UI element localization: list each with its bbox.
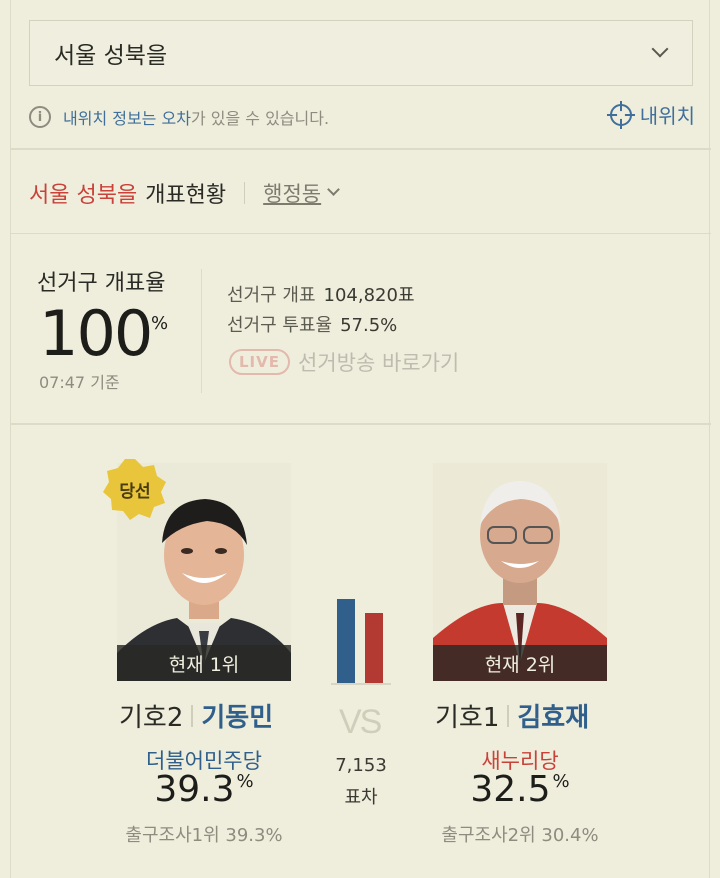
chevron-down-icon [327,183,341,196]
header-region: 서울 성북을 [29,182,138,208]
vote-gap-value: 7,153 [335,755,387,776]
candidate-name-line: 기호1 김효재 [435,697,589,734]
vs-label: VS [339,703,382,741]
turnout-label: 선거구 투표율 [227,315,333,336]
notice-highlight: 내위치 정보는 오차 [63,109,191,128]
vote-share-bar-1 [337,599,355,683]
turnout-line: 선거구 투표율 57.5% [227,311,397,337]
info-icon: i [29,106,51,128]
count-rate-value: 100 [39,297,153,370]
my-location-label: 내위치 [639,104,695,128]
vote-pct-value: 32.5 [470,769,551,810]
vote-gap-label: 표차 [344,787,378,808]
count-rate-unit: % [151,313,169,334]
vote-pct-unit: % [236,771,254,792]
district-toggle[interactable]: 행정동 [263,178,321,208]
update-time: 07:47 기준 [39,373,120,392]
rank-label: 현재 1위 [117,645,291,681]
region-selector-section: 서울 성북을 i 내위치 정보는 오차 가 있을 수 있습니다. 내위치 [11,0,711,150]
candidate-name: 김효재 [517,703,590,733]
exit-poll: 출구조사2위 30.4% [441,825,599,846]
notice-text: 가 있을 수 있습니다. [190,109,330,128]
candidate-comparison: 현재 1위 당선 기호2 기동민 더불어민주당 39.3% 출구조사1위 39.… [11,427,711,878]
candidate-vote-pct: 32.5% [433,769,607,810]
count-header: 서울 성북을 개표현황 행정동 [11,152,711,234]
crosshair-icon [606,100,635,129]
candidate-vote-pct: 39.3% [117,769,291,810]
location-notice: i 내위치 정보는 오차 가 있을 수 있습니다. [29,102,329,132]
vote-pct-value: 39.3 [154,769,235,810]
divider [201,269,202,393]
candidate-name-line: 기호2 기동민 [119,697,273,734]
divider [507,704,510,727]
rank-label: 현재 2위 [433,645,607,681]
election-result-panel: 서울 성북을 i 내위치 정보는 오차 가 있을 수 있습니다. 내위치 서울 … [10,0,711,878]
candidate-number: 기호2 [119,703,184,733]
chevron-down-icon [651,40,669,58]
candidate-number: 기호1 [435,703,500,733]
winner-badge-label: 당선 [119,481,151,502]
turnout-value: 57.5% [340,315,398,336]
vote-count-label: 선거구 개표 [227,285,316,306]
divider [244,181,246,204]
region-select[interactable]: 서울 성북을 [29,20,693,86]
live-broadcast-link[interactable]: LIVE 선거방송 바로가기 [229,347,459,377]
vote-share-bar-2 [365,613,383,683]
divider [191,704,194,727]
header-label: 개표현황 [145,182,227,208]
count-stats: 선거구 개표율 100 % 07:47 기준 선거구 개표 104,820표 선거… [11,235,711,425]
region-select-value: 서울 성북을 [54,43,168,69]
vote-count-line: 선거구 개표 104,820표 [227,281,415,307]
count-rate-label: 선거구 개표율 [37,271,166,296]
vote-count-value: 104,820표 [323,285,415,306]
live-badge: LIVE [229,349,290,375]
candidate-photo[interactable]: 현재 2위 [433,463,607,681]
vote-pct-unit: % [552,771,570,792]
candidate-name: 기동민 [201,703,274,733]
exit-poll: 출구조사1위 39.3% [125,825,283,846]
live-label: 선거방송 바로가기 [298,351,460,375]
my-location-button[interactable]: 내위치 [606,100,695,129]
vote-share-bars [331,599,391,685]
